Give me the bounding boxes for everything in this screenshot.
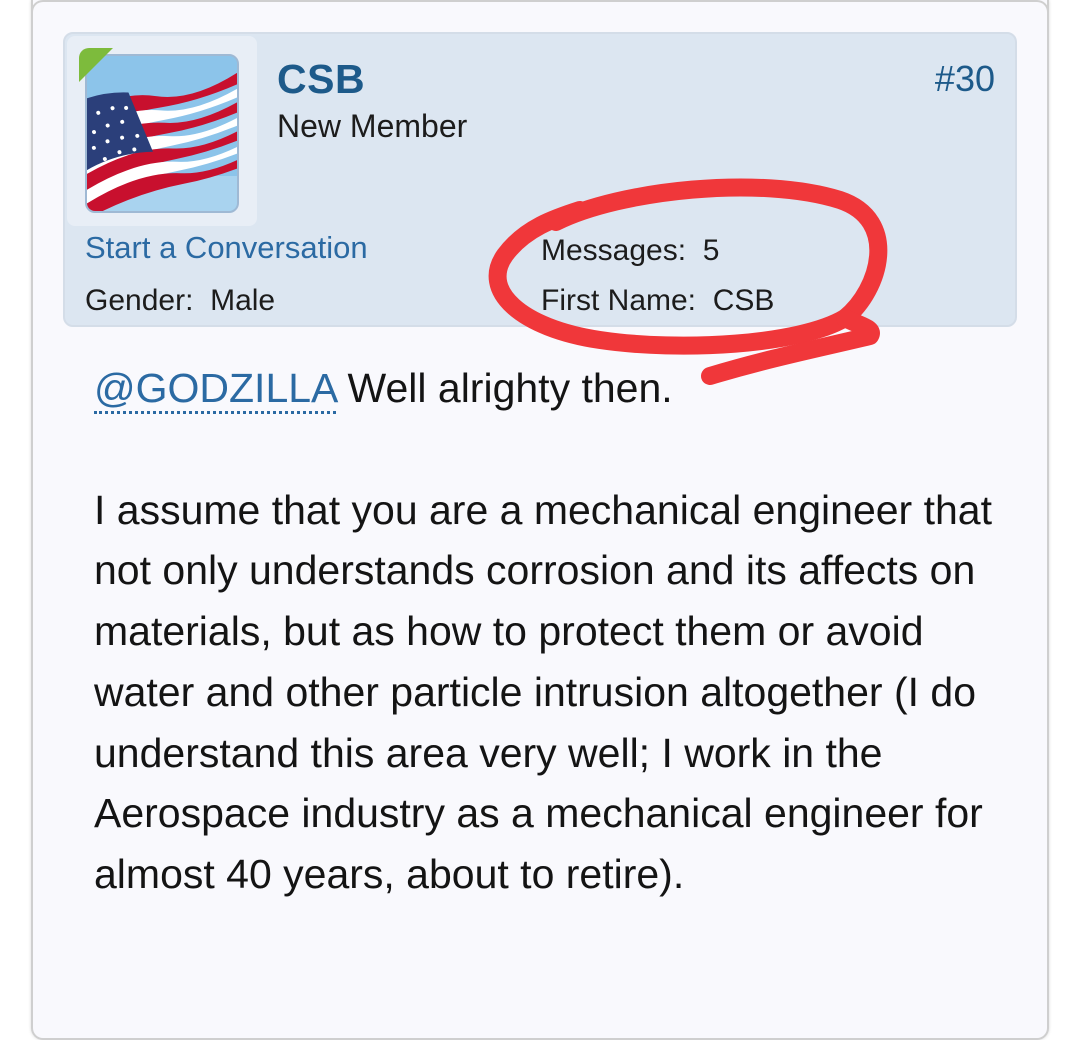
post-number-link[interactable]: #30: [935, 58, 995, 100]
post-first-line: @GODZILLA Well alrighty then.: [94, 358, 1014, 419]
start-conversation-link[interactable]: Start a Conversation: [85, 230, 368, 266]
messages-field: Messages: 5: [541, 234, 719, 268]
first-name-label: First Name:: [541, 284, 696, 317]
first-name-field: First Name: CSB: [541, 284, 774, 318]
gender-field: Gender: Male: [85, 284, 275, 318]
messages-value: 5: [703, 234, 720, 267]
username-link[interactable]: CSB: [277, 56, 365, 103]
gender-value: Male: [210, 284, 275, 317]
post-paragraph: I assume that you are a mechanical engin…: [94, 480, 1014, 905]
online-indicator: [79, 48, 113, 82]
first-name-value: CSB: [713, 284, 775, 317]
post-greeting-text: Well alrighty then.: [336, 365, 673, 411]
mention-link[interactable]: @GODZILLA: [94, 365, 336, 414]
user-title: New Member: [277, 108, 467, 145]
post-card-top-border: [31, 0, 1049, 14]
gender-label: Gender:: [85, 284, 193, 317]
post-body: @GODZILLA Well alrighty then. I assume t…: [94, 358, 1014, 905]
post-user-header: CSB New Member #30 Start a Conversation …: [63, 32, 1017, 327]
avatar-container: [67, 36, 257, 226]
messages-label: Messages:: [541, 234, 686, 267]
